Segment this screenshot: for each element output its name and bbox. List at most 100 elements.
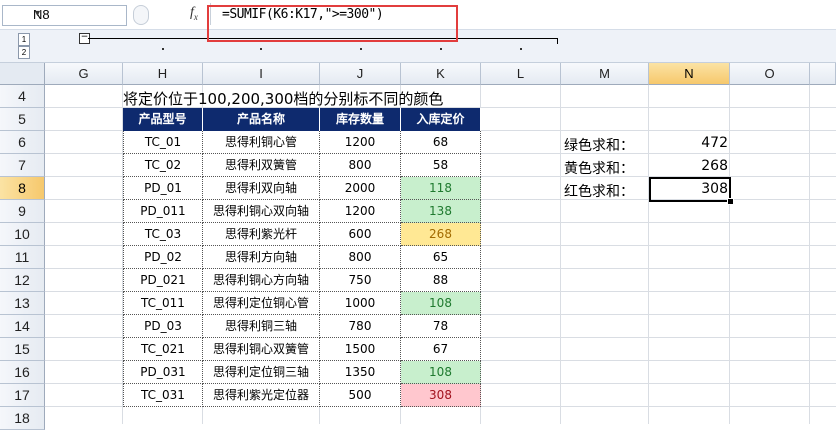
cell-price[interactable]: 108 <box>401 361 481 384</box>
cell-price[interactable]: 78 <box>401 315 481 338</box>
sheet-title: 将定价位于100,200,300档的分别标不同的颜色 <box>123 90 444 108</box>
cell-price[interactable]: 118 <box>401 177 481 200</box>
green-sum-value[interactable]: 472 <box>650 135 728 151</box>
cell-name[interactable]: 思得利方向轴 <box>203 246 320 269</box>
column-header-j[interactable]: J <box>320 63 401 85</box>
outline-level-2-button[interactable]: 2 <box>18 46 30 59</box>
cell-model[interactable]: PD_01 <box>123 177 203 200</box>
row-header-16[interactable]: 16 <box>0 361 45 384</box>
row-header-11[interactable]: 11 <box>0 246 45 269</box>
cell-name[interactable]: 思得利铜心双向轴 <box>203 200 320 223</box>
cell-price[interactable]: 268 <box>401 223 481 246</box>
cell-model[interactable]: PD_011 <box>123 200 203 223</box>
column-header-l[interactable]: L <box>481 63 561 85</box>
cell-model[interactable]: PD_02 <box>123 246 203 269</box>
cell-model[interactable]: TC_021 <box>123 338 203 361</box>
cell-quantity[interactable]: 1200 <box>320 131 401 154</box>
cell-name[interactable]: 思得利定位铜心管 <box>203 292 320 315</box>
row-header-15[interactable]: 15 <box>0 338 45 361</box>
cell-model[interactable]: TC_01 <box>123 131 203 154</box>
column-header-m[interactable]: M <box>561 63 649 85</box>
cell-name[interactable]: 思得利紫光杆 <box>203 223 320 246</box>
cell-grid[interactable]: 将定价位于100,200,300档的分别标不同的颜色 产品型号 产品名称 库存数… <box>45 85 836 424</box>
cell-price[interactable]: 67 <box>401 338 481 361</box>
cell-name[interactable]: 思得利铜心方向轴 <box>203 269 320 292</box>
column-header-h[interactable]: H <box>123 63 203 85</box>
row-header-4[interactable]: 4 <box>0 85 45 108</box>
header-cell-price[interactable]: 入库定价 <box>401 108 481 131</box>
column-header-k[interactable]: K <box>401 63 481 85</box>
group-dot <box>440 48 442 50</box>
cell-name[interactable]: 思得利定位铜三轴 <box>203 361 320 384</box>
group-dot <box>162 48 164 50</box>
gridline <box>729 85 730 424</box>
cell-price[interactable]: 308 <box>401 384 481 407</box>
cell-model[interactable]: PD_03 <box>123 315 203 338</box>
row-header-7[interactable]: 7 <box>0 154 45 177</box>
cell-name[interactable]: 思得利铜心双簧管 <box>203 338 320 361</box>
green-sum-label[interactable]: 绿色求和： <box>564 135 634 155</box>
gridline <box>648 85 649 424</box>
cell-model[interactable]: TC_011 <box>123 292 203 315</box>
cell-quantity[interactable]: 750 <box>320 269 401 292</box>
active-cell-border <box>649 177 731 202</box>
cell-name[interactable]: 思得利铜三轴 <box>203 315 320 338</box>
column-header-i[interactable]: I <box>203 63 320 85</box>
cell-quantity[interactable]: 1500 <box>320 338 401 361</box>
row-header-9[interactable]: 9 <box>0 200 45 223</box>
cell-price[interactable]: 68 <box>401 131 481 154</box>
select-all-corner[interactable] <box>0 63 45 85</box>
cell-model[interactable]: PD_021 <box>123 269 203 292</box>
row-header-14[interactable]: 14 <box>0 315 45 338</box>
row-header-18[interactable]: 18 <box>0 407 45 430</box>
cell-quantity[interactable]: 1200 <box>320 200 401 223</box>
chevron-down-icon[interactable]: ▼ <box>33 8 123 18</box>
insert-function-icon[interactable]: fx <box>190 5 198 22</box>
red-sum-label[interactable]: 红色求和： <box>564 181 634 201</box>
cell-name[interactable]: 思得利铜心管 <box>203 131 320 154</box>
gridline <box>560 85 561 424</box>
row-header-10[interactable]: 10 <box>0 223 45 246</box>
cell-name[interactable]: 思得利紫光定位器 <box>203 384 320 407</box>
cell-quantity[interactable]: 800 <box>320 154 401 177</box>
header-cell-quantity[interactable]: 库存数量 <box>320 108 401 131</box>
cell-quantity[interactable]: 1350 <box>320 361 401 384</box>
formula-bar-expand-handle[interactable] <box>133 5 149 25</box>
row-header-5[interactable]: 5 <box>0 108 45 131</box>
cell-quantity[interactable]: 600 <box>320 223 401 246</box>
yellow-sum-label[interactable]: 黄色求和： <box>564 158 634 178</box>
cell-name[interactable]: 思得利双向轴 <box>203 177 320 200</box>
cell-model[interactable]: TC_031 <box>123 384 203 407</box>
row-header-8[interactable]: 8 <box>0 177 45 200</box>
cell-quantity[interactable]: 800 <box>320 246 401 269</box>
cell-quantity[interactable]: 1000 <box>320 292 401 315</box>
group-line-end <box>557 38 558 44</box>
row-header-12[interactable]: 12 <box>0 269 45 292</box>
cell-price[interactable]: 65 <box>401 246 481 269</box>
column-header-o[interactable]: O <box>730 63 810 85</box>
cell-price[interactable]: 58 <box>401 154 481 177</box>
name-box[interactable]: N8 ▼ <box>2 5 127 26</box>
cell-quantity[interactable]: 2000 <box>320 177 401 200</box>
cell-price[interactable]: 108 <box>401 292 481 315</box>
row-header-6[interactable]: 6 <box>0 131 45 154</box>
column-header-p[interactable] <box>810 63 836 85</box>
cell-model[interactable]: TC_02 <box>123 154 203 177</box>
cell-model[interactable]: TC_03 <box>123 223 203 246</box>
cell-quantity[interactable]: 780 <box>320 315 401 338</box>
fill-handle[interactable] <box>727 198 734 205</box>
row-header-13[interactable]: 13 <box>0 292 45 315</box>
header-cell-model[interactable]: 产品型号 <box>123 108 203 131</box>
cell-price[interactable]: 138 <box>401 200 481 223</box>
yellow-sum-value[interactable]: 268 <box>650 158 728 174</box>
cell-name[interactable]: 思得利双簧管 <box>203 154 320 177</box>
cell-quantity[interactable]: 500 <box>320 384 401 407</box>
row-header-17[interactable]: 17 <box>0 384 45 407</box>
header-cell-name[interactable]: 产品名称 <box>203 108 320 131</box>
column-header-g[interactable]: G <box>45 63 123 85</box>
group-dot <box>260 48 262 50</box>
outline-level-1-button[interactable]: 1 <box>18 33 30 46</box>
column-header-n[interactable]: N <box>649 63 730 85</box>
cell-model[interactable]: PD_031 <box>123 361 203 384</box>
cell-price[interactable]: 88 <box>401 269 481 292</box>
